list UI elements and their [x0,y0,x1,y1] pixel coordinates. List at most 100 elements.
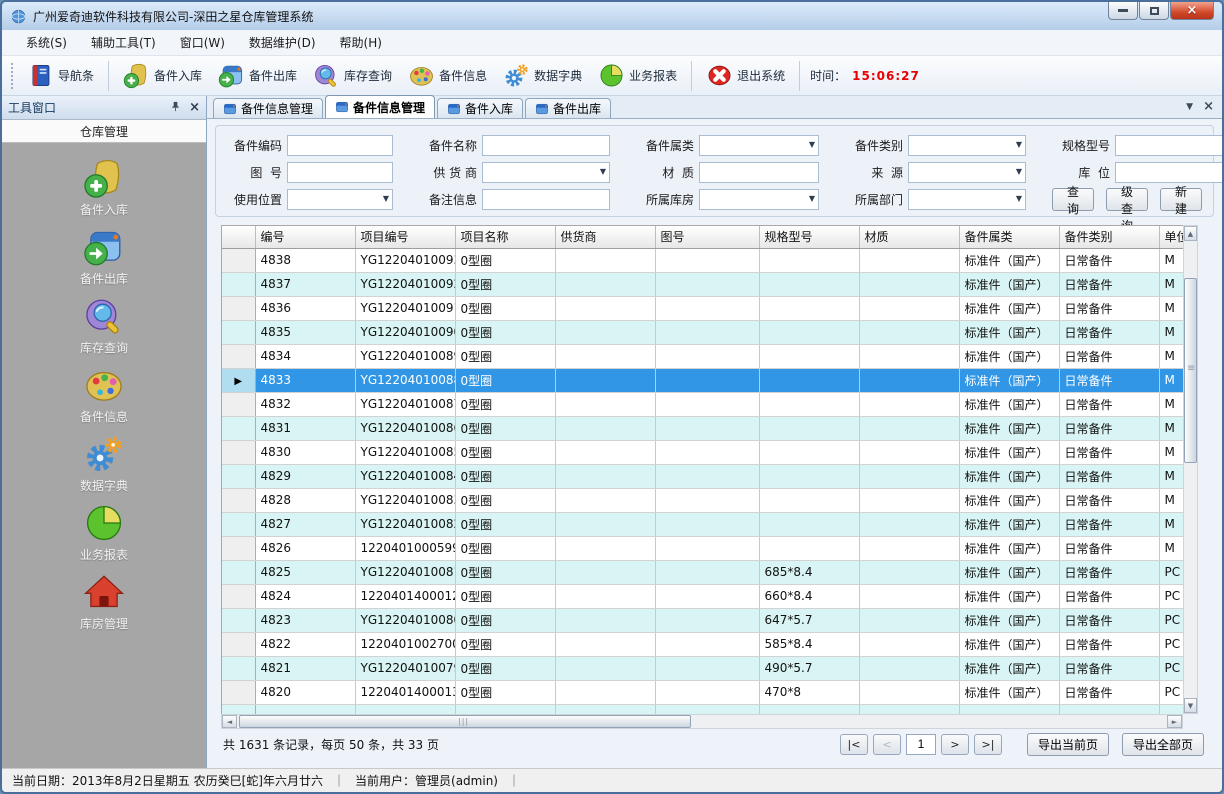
table-cell[interactable]: PC [1159,632,1183,656]
table-cell[interactable]: YG12204010083 [355,488,455,512]
table-cell[interactable]: 日常备件 [1059,296,1159,320]
table-cell[interactable]: 4823 [255,608,355,632]
table-row[interactable]: 4825YG122040100810型圈685*8.4标准件（国产）日常备件PC [222,560,1183,584]
table-cell[interactable] [655,560,759,584]
row-selector[interactable] [222,272,255,296]
table-cell[interactable]: PC [1159,584,1183,608]
maximize-button[interactable] [1139,2,1169,20]
table-cell[interactable] [859,632,959,656]
table-cell[interactable]: YG12204010080 [355,608,455,632]
column-header-项目编号[interactable]: 项目编号 [355,226,455,248]
table-cell[interactable]: 日常备件 [1059,248,1159,272]
table-cell[interactable] [555,320,655,344]
chevron-down-icon[interactable]: ▼ [1186,102,1193,112]
table-cell[interactable]: 标准件（国产） [959,536,1059,560]
column-header-编号[interactable]: 编号 [255,226,355,248]
table-cell[interactable] [759,296,859,320]
table-row[interactable]: 4821YG122040100790型圈490*5.7标准件（国产）日常备件PC [222,656,1183,680]
table-cell[interactable] [759,488,859,512]
table-cell[interactable] [759,320,859,344]
table-cell[interactable]: M [1159,416,1183,440]
row-selector[interactable] [222,584,255,608]
menu-item-0[interactable]: 系统(S) [14,30,79,55]
table-cell[interactable]: 0型圈 [455,512,555,536]
table-cell[interactable]: YG12204010087 [355,392,455,416]
table-cell[interactable]: M [1159,344,1183,368]
sidebar-item-备件出库[interactable]: 备件出库 [2,226,206,295]
table-row[interactable]: 4838YG122040100930型圈标准件（国产）日常备件M [222,248,1183,272]
table-cell[interactable]: M [1159,368,1183,392]
table-cell[interactable]: 标准件（国产） [959,464,1059,488]
table-cell[interactable]: 0型圈 [455,320,555,344]
column-header-供货商[interactable]: 供货商 [555,226,655,248]
vertical-scroll-thumb[interactable] [1184,278,1197,463]
table-cell[interactable] [859,536,959,560]
table-cell[interactable]: 日常备件 [1059,560,1159,584]
table-cell[interactable] [655,416,759,440]
row-selector[interactable] [222,632,255,656]
table-cell[interactable] [655,248,759,272]
table-cell[interactable]: 日常备件 [1059,584,1159,608]
table-cell[interactable]: YG12204010089 [355,344,455,368]
table-cell[interactable]: YG12204010082 [355,512,455,536]
row-selector[interactable] [222,248,255,272]
table-cell[interactable] [555,584,655,608]
table-cell[interactable] [655,344,759,368]
table-cell[interactable]: 585*8.4 [759,632,859,656]
table-row[interactable]: 482412204014000120型圈660*8.4标准件（国产）日常备件PC [222,584,1183,608]
table-cell[interactable]: 标准件（国产） [959,560,1059,584]
table-cell[interactable] [555,656,655,680]
toolbar-grip[interactable] [10,62,15,90]
horizontal-scroll-thumb[interactable] [239,715,691,728]
table-cell[interactable] [859,584,959,608]
sidebar-item-库存查询[interactable]: 库存查询 [2,295,206,364]
table-cell[interactable]: 0型圈 [455,416,555,440]
sidebar-item-备件信息[interactable]: 备件信息 [2,364,206,433]
table-cell[interactable]: PC [1159,608,1183,632]
export-current-page-button[interactable]: 导出当前页 [1027,733,1109,756]
table-cell[interactable]: 日常备件 [1059,464,1159,488]
table-cell[interactable] [859,560,959,584]
scroll-down-icon[interactable]: ▼ [1184,698,1197,713]
new-button[interactable]: 新建 [1160,188,1202,211]
tab-2-备件入库[interactable]: 备件入库 [437,98,523,118]
table-cell[interactable]: M [1159,392,1183,416]
menu-item-3[interactable]: 数据维护(D) [237,30,328,55]
table-cell[interactable]: 4830 [255,440,355,464]
column-header-规格型号[interactable]: 规格型号 [759,226,859,248]
table-cell[interactable]: 0型圈 [455,392,555,416]
column-header-备件属类[interactable]: 备件属类 [959,226,1059,248]
table-cell[interactable]: YG12204010091 [355,296,455,320]
part-code-input[interactable] [287,135,393,156]
table-cell[interactable]: 4836 [255,296,355,320]
table-cell[interactable] [759,512,859,536]
table-cell[interactable]: 470*8 [759,680,859,704]
table-cell[interactable] [655,392,759,416]
table-cell[interactable]: M [1159,488,1183,512]
table-cell[interactable]: 日常备件 [1059,392,1159,416]
column-header-图号[interactable]: 图号 [655,226,759,248]
table-cell[interactable]: 标准件（国产） [959,368,1059,392]
table-cell[interactable]: 0型圈 [455,560,555,584]
table-cell[interactable]: YG12204010084 [355,464,455,488]
table-row[interactable]: 4823YG122040100800型圈647*5.7标准件（国产）日常备件PC [222,608,1183,632]
table-cell[interactable] [655,608,759,632]
table-cell[interactable] [859,296,959,320]
table-cell[interactable]: M [1159,464,1183,488]
table-cell[interactable]: 0型圈 [455,344,555,368]
table-cell[interactable] [655,632,759,656]
table-cell[interactable] [759,464,859,488]
table-cell[interactable]: 490*5.7 [759,656,859,680]
part-name-input[interactable] [482,135,610,156]
next-page-button[interactable]: > [941,734,969,755]
table-cell[interactable]: M [1159,536,1183,560]
table-cell[interactable] [859,680,959,704]
table-cell[interactable] [859,392,959,416]
table-cell[interactable]: 4833 [255,368,355,392]
table-cell[interactable] [655,464,759,488]
table-cell[interactable]: 0型圈 [455,464,555,488]
table-cell[interactable]: 日常备件 [1059,632,1159,656]
table-row[interactable]: 482612204010005990型圈标准件（国产）日常备件M [222,536,1183,560]
table-cell[interactable]: 0型圈 [455,488,555,512]
table-cell[interactable]: YG12204010085 [355,440,455,464]
